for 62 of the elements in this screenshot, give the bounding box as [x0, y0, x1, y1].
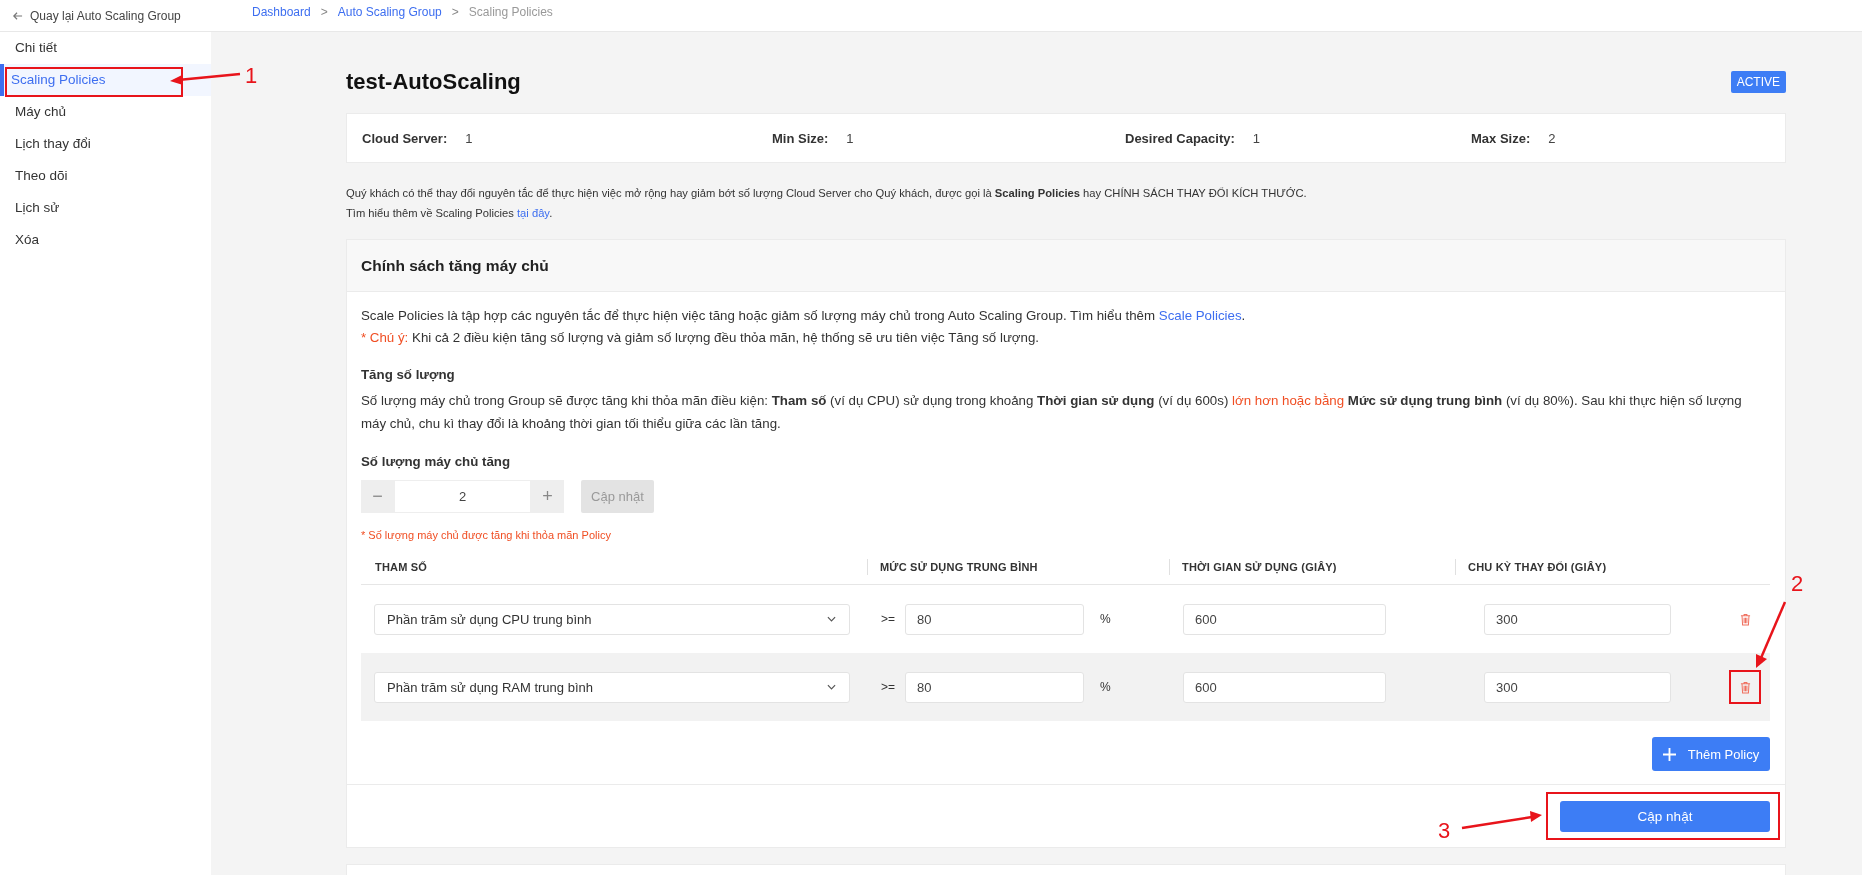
hint-text: * Số lượng máy chủ được tăng khi thỏa mãn Policy	[361, 528, 612, 543]
card-title: Chính sách tăng máy chủ	[361, 256, 549, 275]
duration-field[interactable]: 600	[1183, 603, 1386, 635]
stat-value: 2	[1548, 130, 1556, 146]
quantity-field[interactable]: 2	[394, 480, 531, 513]
annotation-number: 2	[1791, 572, 1804, 596]
threshold-field[interactable]: 80	[905, 671, 1084, 703]
annotation-number: 1	[245, 64, 258, 88]
policy-note: * Chú ý: Khi cả 2 điều kiện tăng số lượng và giảm số lượng đều thỏa mãn, hệ thống sẽ ưu tiên việc Tăng số lượng.	[361, 329, 1040, 347]
text-link[interactable]: Scale Policies	[1158, 308, 1242, 323]
metric-dropdown[interactable]: Phần trăm sử dụng RAM trung bình	[374, 671, 850, 703]
intro-text: Tìm hiểu thêm về Scaling Policies tại đây.	[346, 206, 554, 221]
chevron-down-icon	[827, 616, 836, 622]
threshold-field[interactable]: 80	[905, 603, 1084, 635]
cooldown-field[interactable]: 300	[1484, 603, 1671, 635]
unit-text: %	[1100, 680, 1111, 694]
trash-icon[interactable]	[1739, 612, 1751, 626]
duration-field[interactable]: 600	[1183, 671, 1386, 703]
breadcrumb-separator: >	[451, 4, 459, 19]
policy-note: Scale Policies là tập hợp các nguyên tắc để thực hiện việc tăng hoặc giảm số lượng máy chủ trong Auto Scaling Group. Tìm hiểu thêm Scale Policies.	[361, 307, 1247, 325]
annotation-number: 3	[1438, 819, 1451, 843]
add-policy-button[interactable]: Thêm Policy	[1652, 737, 1770, 771]
breadcrumb-link[interactable]: Dashboard	[252, 4, 311, 19]
sidebar-item[interactable]: Scaling Policies	[0, 64, 211, 96]
back-arrow-icon	[12, 10, 23, 21]
stat-label: Min Size:	[772, 130, 829, 146]
section-title: Tăng số lượng	[361, 366, 456, 384]
stat-value: 1	[1252, 130, 1261, 146]
column-header: THAM SỐ	[374, 559, 429, 575]
operator-text: >=	[881, 680, 896, 694]
status-badge: ACTIVE	[1730, 71, 1786, 93]
save-button[interactable]: Cập nhật	[1560, 801, 1770, 832]
plus-icon	[1662, 747, 1676, 761]
annotation-arrow	[1753, 600, 1788, 670]
section-description: Số lượng máy chủ trong Group sẽ được tăng khi thỏa mãn điều kiện: Tham số (ví dụ CPU) sử dụng trong khoảng Thời gian sử dụng (ví dụ 600s) lớn hơn hoặc bằng Mức sử dụng trung bình (ví dụ 80%). Sau khi thực hiện số lượng máy chủ, chu kì thay đổi là khoảng thời gian tối thiểu giữa các lần tăng.	[361, 392, 1743, 433]
stat-value: 1	[465, 130, 473, 146]
sidebar-item[interactable]: Máy chủ	[0, 96, 211, 128]
sidebar-item[interactable]: Xóa	[0, 224, 211, 256]
sidebar-item[interactable]: Chi tiết	[0, 32, 211, 64]
stat-value: 1	[846, 130, 854, 146]
trash-icon[interactable]	[1739, 680, 1751, 694]
metric-dropdown[interactable]: Phần trăm sử dụng CPU trung bình	[374, 603, 850, 635]
highlight-box	[1729, 670, 1761, 704]
field-label: Số lượng máy chủ tăng	[361, 453, 512, 471]
breadcrumb-link[interactable]: Auto Scaling Group	[337, 4, 442, 19]
column-header: CHU KỲ THAY ĐỔI (GIÂY)	[1455, 558, 1720, 575]
sidebar-item[interactable]: Lịch thay đổi	[0, 128, 211, 160]
column-header: THỜI GIAN SỬ DỤNG (GIÂY)	[1169, 558, 1455, 575]
stat-label: Max Size:	[1471, 130, 1531, 146]
sidebar-item[interactable]: Theo dõi	[0, 160, 211, 192]
page-title: test-AutoScaling	[346, 69, 521, 95]
intro-text: Quý khách có thể thay đổi nguyên tắc để thực hiện việc mở rộng hay giảm bớt số lượng Cloud Server cho Quý khách, được gọi là Scaling Policies hay CHÍNH SÁCH THAY ĐỔI KÍCH THƯỚC.	[346, 186, 1308, 201]
unit-text: %	[1100, 612, 1111, 626]
stat-label: Cloud Server:	[362, 130, 448, 146]
back-link[interactable]: Quay lại Auto Scaling Group	[0, 8, 211, 23]
chevron-down-icon	[827, 684, 836, 690]
stat-label: Desired Capacity:	[1125, 130, 1235, 146]
cooldown-field[interactable]: 300	[1484, 671, 1671, 703]
operator-text: >=	[881, 612, 896, 626]
column-header: MỨC SỬ DỤNG TRUNG BÌNH	[867, 558, 1169, 575]
breadcrumb-separator: >	[320, 4, 328, 19]
sidebar-item[interactable]: Lịch sử	[0, 192, 211, 224]
